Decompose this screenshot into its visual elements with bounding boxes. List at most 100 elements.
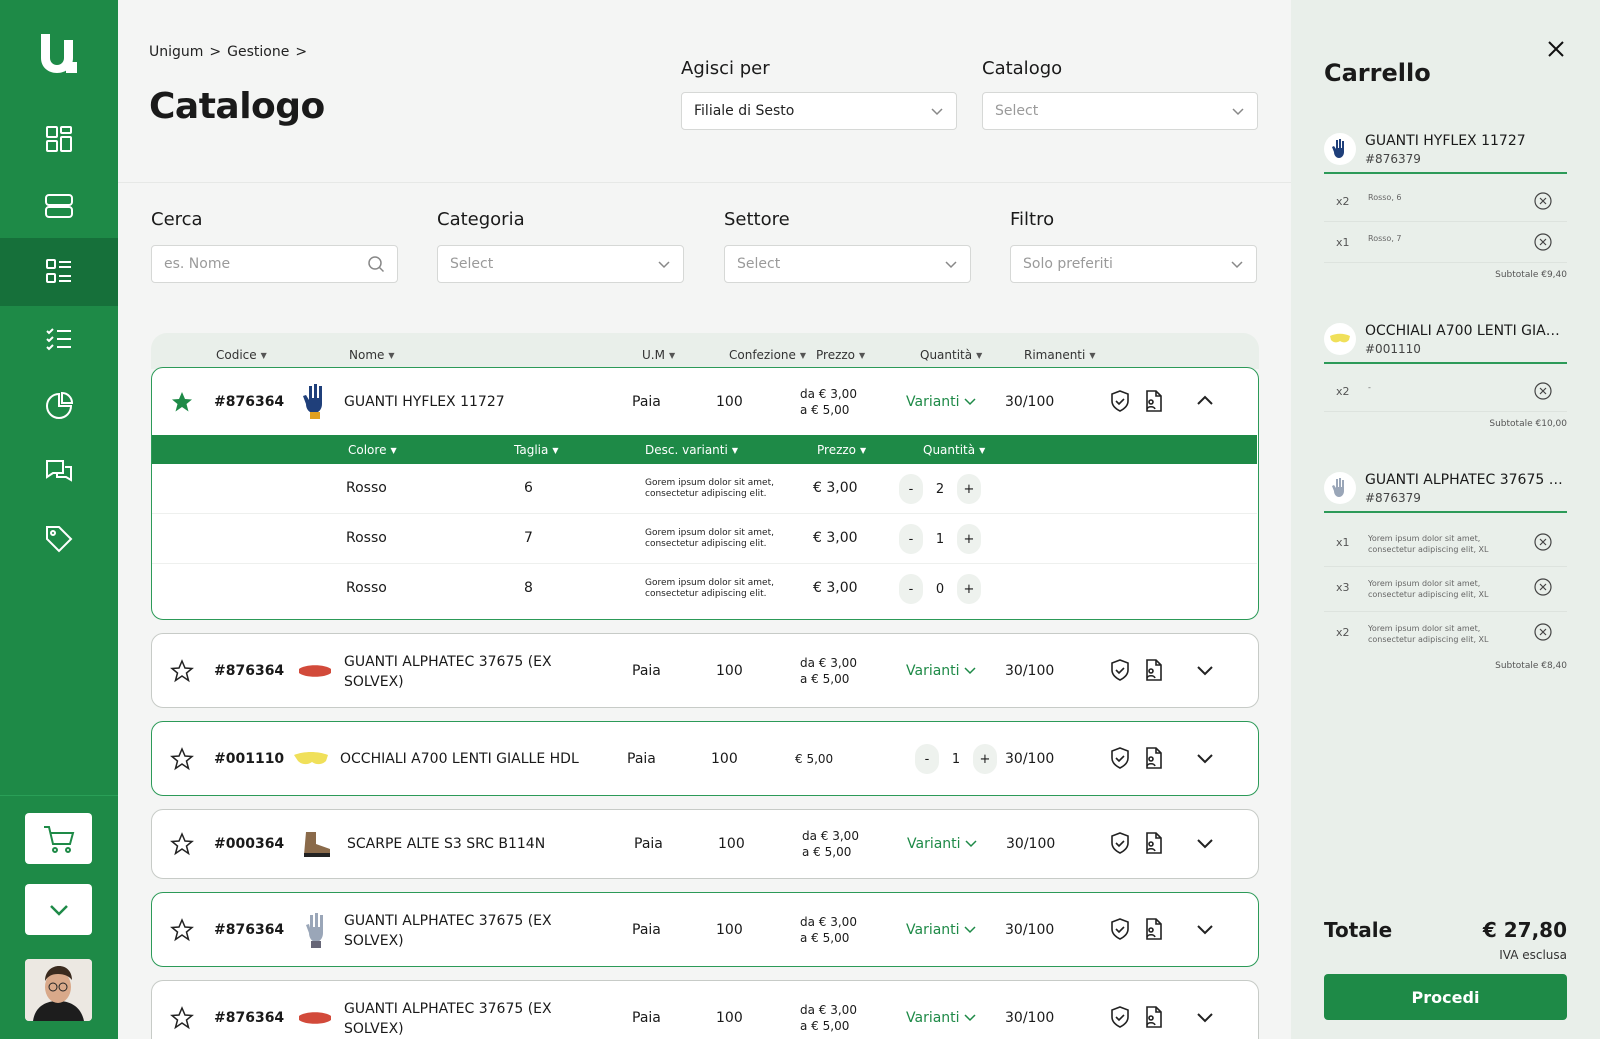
catalogo-select[interactable]: Select bbox=[982, 92, 1258, 130]
remove-circle-icon[interactable] bbox=[1534, 382, 1552, 400]
document-user-icon[interactable] bbox=[1140, 1004, 1166, 1030]
qty-minus-button[interactable]: - bbox=[899, 474, 923, 504]
qty-plus-button[interactable]: + bbox=[957, 574, 981, 604]
product-thumbnail bbox=[304, 832, 330, 857]
variant-desc-line: Gorem ipsum dolor sit amet, bbox=[645, 478, 774, 488]
nav-catalogo[interactable] bbox=[0, 238, 118, 306]
vcol-taglia[interactable]: Taglia ▼ bbox=[514, 443, 559, 457]
qty-value[interactable]: 0 bbox=[929, 582, 951, 597]
star-filled-icon[interactable] bbox=[170, 390, 194, 414]
nav-checklist[interactable] bbox=[0, 305, 118, 373]
qty-minus-button[interactable]: - bbox=[899, 574, 923, 604]
breadcrumb-section[interactable]: Gestione bbox=[227, 44, 289, 60]
varianti-dropdown[interactable]: Varianti bbox=[906, 1010, 976, 1026]
table-row[interactable]: #001110 OCCHIALI A700 LENTI GIALLE HDL P… bbox=[151, 721, 1259, 796]
col-um[interactable]: U.M ▼ bbox=[642, 348, 675, 362]
varianti-dropdown[interactable]: Varianti bbox=[906, 394, 976, 410]
chevron-down-icon[interactable] bbox=[1192, 657, 1218, 683]
product-code: #876364 bbox=[214, 394, 285, 410]
chevron-up-icon[interactable] bbox=[1192, 388, 1218, 414]
remove-circle-icon[interactable] bbox=[1534, 233, 1552, 251]
remove-circle-icon[interactable] bbox=[1534, 192, 1552, 210]
variant-row: Rosso 8 Gorem ipsum dolor sit amet, conse… bbox=[152, 564, 1257, 614]
breadcrumb-root[interactable]: Unigum bbox=[149, 44, 203, 60]
vcol-desc[interactable]: Desc. varianti ▼ bbox=[645, 443, 738, 457]
star-outline-icon[interactable] bbox=[170, 747, 194, 771]
agisci-select[interactable]: Filiale di Sesto bbox=[681, 92, 957, 130]
varianti-dropdown[interactable]: Varianti bbox=[906, 922, 976, 938]
nav-tags[interactable] bbox=[0, 505, 118, 573]
document-user-icon[interactable] bbox=[1140, 657, 1166, 683]
nav-servers[interactable] bbox=[0, 172, 118, 240]
qty-plus-button[interactable]: + bbox=[957, 524, 981, 554]
chevron-down-icon[interactable] bbox=[1192, 916, 1218, 942]
col-nome[interactable]: Nome ▼ bbox=[349, 348, 395, 362]
remove-circle-icon[interactable] bbox=[1534, 533, 1552, 551]
price-to: a € 5,00 bbox=[800, 672, 850, 686]
nav-messages[interactable] bbox=[0, 438, 118, 506]
sort-caret-icon: ▼ bbox=[979, 445, 986, 455]
cart-subitem-qty: x2 bbox=[1336, 195, 1350, 208]
chevron-down-icon[interactable] bbox=[1192, 745, 1218, 771]
qty-plus-button[interactable]: + bbox=[957, 474, 981, 504]
close-icon[interactable] bbox=[1545, 38, 1567, 60]
table-row[interactable]: #876364 GUANTI HYFLEX 11727 Paia 100 da … bbox=[151, 367, 1259, 620]
expand-button[interactable] bbox=[25, 884, 92, 935]
price-from: da € 3,00 bbox=[800, 387, 857, 401]
table-row[interactable]: #876364 GUANTI ALPHATEC 37675 (EX SOLVEX… bbox=[151, 980, 1259, 1039]
sidebar-divider bbox=[0, 795, 118, 796]
col-confezione[interactable]: Confezione ▼ bbox=[729, 348, 806, 362]
qty-value[interactable]: 1 bbox=[945, 752, 967, 767]
document-user-icon[interactable] bbox=[1140, 745, 1166, 771]
table-row[interactable]: #876364 GUANTI ALPHATEC 37675 (EX SOLVEX… bbox=[151, 633, 1259, 708]
qty-minus-button[interactable]: - bbox=[915, 744, 939, 774]
chevron-down-icon[interactable] bbox=[1192, 830, 1218, 856]
star-outline-icon[interactable] bbox=[170, 918, 194, 942]
varianti-dropdown[interactable]: Varianti bbox=[907, 836, 977, 852]
shield-check-icon[interactable] bbox=[1107, 657, 1133, 683]
qty-value[interactable]: 2 bbox=[929, 482, 951, 497]
settore-label: Settore bbox=[724, 209, 790, 230]
star-outline-icon[interactable] bbox=[170, 659, 194, 683]
shield-check-icon[interactable] bbox=[1107, 830, 1133, 856]
variant-desc: Gorem ipsum dolor sit amet, consectetur a… bbox=[645, 578, 774, 600]
col-prezzo[interactable]: Prezzo ▼ bbox=[816, 348, 865, 362]
col-quantita[interactable]: Quantità ▼ bbox=[920, 348, 982, 362]
nav-reports[interactable] bbox=[0, 372, 118, 440]
remove-circle-icon[interactable] bbox=[1534, 623, 1552, 641]
nav-dashboard[interactable] bbox=[0, 105, 118, 173]
col-um-label: U.M bbox=[642, 348, 665, 362]
procedi-button[interactable]: Procedi bbox=[1324, 974, 1567, 1020]
star-outline-icon[interactable] bbox=[170, 832, 194, 856]
vcol-colore[interactable]: Colore ▼ bbox=[348, 443, 397, 457]
cart-button[interactable] bbox=[25, 813, 92, 864]
qty-minus-button[interactable]: - bbox=[899, 524, 923, 554]
chevron-down-icon bbox=[658, 261, 670, 269]
table-row[interactable]: #876364 GUANTI ALPHATEC 37675 (EX SOLVEX… bbox=[151, 892, 1259, 967]
document-user-icon[interactable] bbox=[1140, 916, 1166, 942]
star-outline-icon[interactable] bbox=[170, 1006, 194, 1030]
settore-select[interactable]: Select bbox=[724, 245, 971, 283]
shield-check-icon[interactable] bbox=[1107, 916, 1133, 942]
remove-circle-icon[interactable] bbox=[1534, 578, 1552, 596]
varianti-dropdown[interactable]: Varianti bbox=[906, 663, 976, 679]
search-input[interactable]: es. Nome bbox=[151, 245, 398, 283]
col-codice[interactable]: Codice ▼ bbox=[216, 348, 267, 362]
product-name: GUANTI ALPHATEC 37675 (EX SOLVEX) bbox=[344, 1001, 552, 1037]
document-user-icon[interactable] bbox=[1140, 388, 1166, 414]
qty-plus-button[interactable]: + bbox=[973, 744, 997, 774]
categoria-select[interactable]: Select bbox=[437, 245, 684, 283]
filtro-select[interactable]: Solo preferiti bbox=[1010, 245, 1257, 283]
avatar[interactable] bbox=[25, 959, 92, 1021]
cart-item-name: GUANTI ALPHATEC 37675 (EX SOLVEX) bbox=[1365, 472, 1565, 488]
shield-check-icon[interactable] bbox=[1107, 745, 1133, 771]
vcol-quantita[interactable]: Quantità ▼ bbox=[923, 443, 985, 457]
vcol-prezzo[interactable]: Prezzo ▼ bbox=[817, 443, 866, 457]
shield-check-icon[interactable] bbox=[1107, 388, 1133, 414]
table-row[interactable]: #000364 SCARPE ALTE S3 SRC B114N Paia 10… bbox=[151, 809, 1259, 879]
document-user-icon[interactable] bbox=[1140, 830, 1166, 856]
shield-check-icon[interactable] bbox=[1107, 1004, 1133, 1030]
col-rimanenti[interactable]: Rimanenti ▼ bbox=[1024, 348, 1096, 362]
chevron-down-icon[interactable] bbox=[1192, 1004, 1218, 1030]
qty-value[interactable]: 1 bbox=[929, 532, 951, 547]
